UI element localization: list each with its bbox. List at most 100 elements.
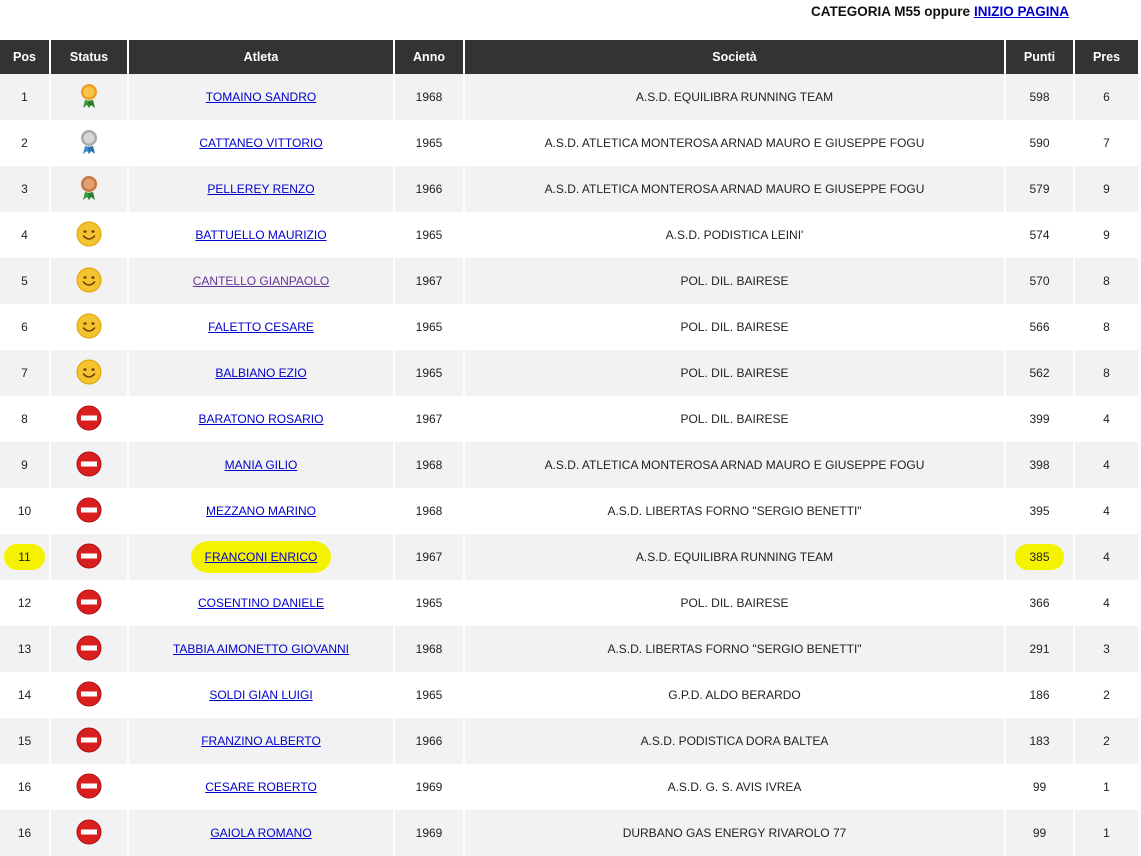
points-value: 566 — [1029, 320, 1050, 334]
cell-year: 1965 — [394, 120, 465, 166]
cell-status — [50, 166, 129, 212]
silver-medal-icon — [79, 129, 99, 158]
cell-athlete: BATTUELLO MAURIZIO — [128, 212, 395, 258]
cell-club: POL. DIL. BAIRESE — [464, 350, 1006, 396]
no-entry-icon — [76, 635, 102, 664]
no-entry-icon — [76, 451, 102, 480]
cell-year: 1967 — [394, 396, 465, 442]
athlete-link[interactable]: TOMAINO SANDRO — [206, 90, 316, 104]
cell-presences: 2 — [1074, 718, 1140, 764]
athlete-link[interactable]: MANIA GILIO — [225, 458, 298, 472]
points-value: 366 — [1029, 596, 1050, 610]
cell-presences: 8 — [1074, 258, 1140, 304]
pos-value: 6 — [21, 320, 28, 334]
column-header-status[interactable]: Status — [50, 40, 129, 74]
column-header-club[interactable]: Società — [464, 40, 1006, 74]
cell-pos: 10 — [0, 488, 51, 534]
table-row: 12 COSENTINO DANIELE 1965 POL. DIL. BAIRESE… — [0, 580, 1140, 626]
cell-pos: 16 — [0, 764, 51, 810]
cell-year: 1969 — [394, 764, 465, 810]
no-entry-icon — [76, 681, 102, 710]
athlete-link[interactable]: BATTUELLO MAURIZIO — [195, 228, 326, 242]
athlete-link[interactable]: COSENTINO DANIELE — [198, 596, 324, 610]
pos-value: 12 — [17, 596, 32, 610]
athlete-link[interactable]: TABBIA AIMONETTO GIOVANNI — [173, 642, 349, 656]
cell-presences: 4 — [1074, 396, 1140, 442]
cell-presences: 9 — [1074, 166, 1140, 212]
table-row: 11 FRANCONI ENRICO 1967 A.S.D. EQUILIBRA RU… — [0, 534, 1140, 580]
column-header-points[interactable]: Punti — [1005, 40, 1075, 74]
athlete-link[interactable]: SOLDI GIAN LUIGI — [209, 688, 312, 702]
cell-club: A.S.D. G. S. AVIS IVREA — [464, 764, 1006, 810]
pos-value: 4 — [21, 228, 28, 242]
cell-points: 574 — [1005, 212, 1075, 258]
no-entry-icon — [76, 589, 102, 618]
athlete-link[interactable]: BALBIANO EZIO — [215, 366, 306, 380]
cell-year: 1968 — [394, 626, 465, 672]
cell-athlete: FRANZINO ALBERTO — [128, 718, 395, 764]
cell-year: 1965 — [394, 304, 465, 350]
smiley-icon — [76, 359, 102, 388]
athlete-link[interactable]: BARATONO ROSARIO — [199, 412, 324, 426]
smiley-icon — [76, 267, 102, 296]
cell-club: POL. DIL. BAIRESE — [464, 304, 1006, 350]
points-value: 574 — [1029, 228, 1050, 242]
column-header-year[interactable]: Anno — [394, 40, 465, 74]
top-of-page-link[interactable]: INIZIO PAGINA — [974, 4, 1069, 19]
column-header-presences[interactable]: Pres — [1074, 40, 1140, 74]
points-value: 570 — [1029, 274, 1050, 288]
cell-club: A.S.D. ATLETICA MONTEROSA ARNAD MAURO E … — [464, 442, 1006, 488]
athlete-link[interactable]: FALETTO CESARE — [208, 320, 314, 334]
cell-athlete: CESARE ROBERTO — [128, 764, 395, 810]
table-row: 15 FRANZINO ALBERTO 1966 A.S.D. PODISTICA D… — [0, 718, 1140, 764]
cell-presences: 8 — [1074, 350, 1140, 396]
cell-club: DURBANO GAS ENERGY RIVAROLO 77 — [464, 810, 1006, 856]
cell-club: POL. DIL. BAIRESE — [464, 396, 1006, 442]
points-value: 385 — [1029, 550, 1050, 564]
table-row: 5 CANTELLO GIANPAOLO 1967 POL. DIL. BAIRESE… — [0, 258, 1140, 304]
cell-presences: 4 — [1074, 442, 1140, 488]
points-value: 398 — [1029, 458, 1050, 472]
cell-pos: 12 — [0, 580, 51, 626]
cell-status — [50, 488, 129, 534]
table-row: 13 TABBIA AIMONETTO GIOVANNI 1968 A.S.D. LI… — [0, 626, 1140, 672]
pos-value: 14 — [17, 688, 32, 702]
cell-athlete: MEZZANO MARINO — [128, 488, 395, 534]
cell-pos: 6 — [0, 304, 51, 350]
no-entry-icon — [76, 497, 102, 526]
athlete-link[interactable]: CATTANEO VITTORIO — [199, 136, 322, 150]
cell-presences: 1 — [1074, 764, 1140, 810]
cell-status — [50, 258, 129, 304]
cell-presences: 9 — [1074, 212, 1140, 258]
points-value: 291 — [1029, 642, 1050, 656]
athlete-link[interactable]: PELLEREY RENZO — [207, 182, 314, 196]
cell-status — [50, 534, 129, 580]
smiley-icon — [76, 221, 102, 250]
cell-athlete: FALETTO CESARE — [128, 304, 395, 350]
points-value: 99 — [1032, 780, 1047, 794]
athlete-link[interactable]: GAIOLA ROMANO — [210, 826, 311, 840]
cell-points: 395 — [1005, 488, 1075, 534]
points-value: 590 — [1029, 136, 1050, 150]
cell-club: A.S.D. ATLETICA MONTEROSA ARNAD MAURO E … — [464, 166, 1006, 212]
athlete-link[interactable]: CESARE ROBERTO — [205, 780, 317, 794]
cell-pos: 1 — [0, 74, 51, 120]
cell-points: 566 — [1005, 304, 1075, 350]
athlete-link[interactable]: FRANCONI ENRICO — [205, 550, 318, 564]
cell-year: 1966 — [394, 166, 465, 212]
athlete-link[interactable]: MEZZANO MARINO — [206, 504, 316, 518]
cell-pos: 4 — [0, 212, 51, 258]
cell-athlete: BARATONO ROSARIO — [128, 396, 395, 442]
column-header-pos[interactable]: Pos — [0, 40, 51, 74]
no-entry-icon — [76, 773, 102, 802]
cell-status — [50, 396, 129, 442]
athlete-link[interactable]: CANTELLO GIANPAOLO — [193, 274, 329, 288]
cell-status — [50, 304, 129, 350]
cell-year: 1965 — [394, 580, 465, 626]
column-header-athlete[interactable]: Atleta — [128, 40, 395, 74]
points-value: 395 — [1029, 504, 1050, 518]
athlete-link[interactable]: FRANZINO ALBERTO — [201, 734, 321, 748]
cell-club: POL. DIL. BAIRESE — [464, 258, 1006, 304]
cell-presences: 7 — [1074, 120, 1140, 166]
cell-status — [50, 120, 129, 166]
